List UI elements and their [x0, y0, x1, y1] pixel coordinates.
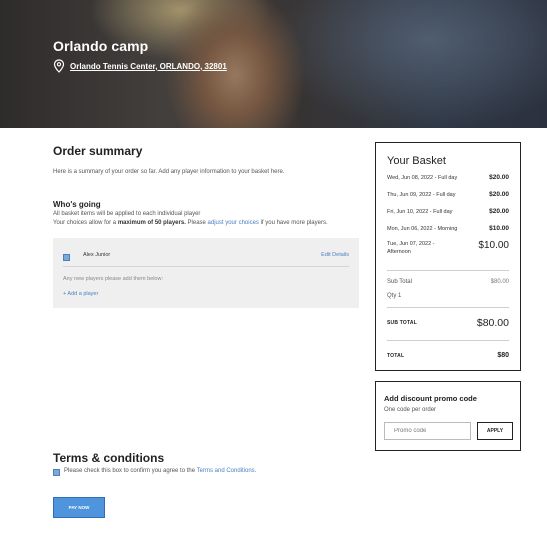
sub-total-summary-row: SUB TOTAL $80.00	[387, 317, 509, 329]
terms-text-prefix: Please check this box to confirm you agr…	[64, 468, 197, 474]
player-limit-info: Your choices allow for a maximum of 50 p…	[53, 220, 328, 226]
basket-item-price: $20.00	[489, 174, 509, 181]
basket-item: Mon, Jun 06, 2022 - Morning $10.00	[387, 225, 509, 233]
promo-title: Add discount promo code	[384, 394, 477, 403]
basket-item-label-line2: Afternoon	[387, 249, 411, 255]
terms-link[interactable]: Terms and Conditions.	[197, 468, 257, 474]
sub-total-value: $80.00	[490, 279, 509, 285]
new-players-hint: Any new players please add them below:	[63, 276, 163, 282]
basket-item-price: $10.00	[489, 225, 509, 232]
player-limit-max: maximum of 50 players.	[117, 220, 186, 226]
players-panel: Alex Junior Edit Details Any new players…	[53, 238, 359, 308]
basket-item-label-line1: Tue, Jun 07, 2022 -	[387, 241, 435, 247]
add-player-link[interactable]: + Add a player	[63, 291, 98, 297]
player-limit-prefix: Your choices allow for a	[53, 220, 118, 226]
player-name: Alex Junior	[83, 252, 111, 258]
basket-item: Fri, Jun 10, 2022 - Full day $20.00	[387, 208, 509, 216]
basket-item-price: $10.00	[478, 240, 509, 251]
divider	[387, 307, 509, 308]
basket-item-price: $20.00	[489, 208, 509, 215]
basket-title: Your Basket	[387, 155, 446, 167]
total-row: TOTAL $80	[387, 352, 509, 359]
sub-total-caps-value: $80.00	[476, 317, 509, 329]
whos-going-info: All basket items will be applied to each…	[53, 211, 201, 217]
basket-panel: Your Basket Wed, Jun 08, 2022 - Full day…	[375, 142, 521, 371]
basket-item-label: Fri, Jun 10, 2022 - Full day	[387, 209, 453, 215]
basket-item-label: Tue, Jun 07, 2022 - Afternoon	[387, 240, 435, 256]
total-value: $80	[497, 352, 509, 359]
camp-location: Orlando Tennis Center, ORLANDO, 32801	[53, 59, 227, 73]
hero-banner: Orlando camp Orlando Tennis Center, ORLA…	[0, 0, 547, 128]
camp-address-link[interactable]: Orlando Tennis Center, ORLANDO, 32801	[70, 62, 227, 71]
basket-item: Tue, Jun 07, 2022 - Afternoon $10.00	[387, 240, 509, 256]
qty-label: Qty 1	[387, 293, 402, 299]
location-pin-icon	[53, 59, 65, 73]
divider	[387, 270, 509, 271]
pay-now-button[interactable]: PAY NOW	[53, 497, 105, 518]
sub-total-label: Sub Total	[387, 279, 412, 285]
promo-panel: Add discount promo code One code per ord…	[375, 381, 521, 451]
basket-item-price: $20.00	[489, 191, 509, 198]
whos-going-title: Who's going	[53, 200, 101, 209]
order-summary-description: Here is a summary of your order so far. …	[53, 169, 285, 175]
basket-item-label: Mon, Jun 06, 2022 - Morning	[387, 226, 458, 232]
basket-item: Thu, Jun 09, 2022 - Full day $20.00	[387, 191, 509, 199]
terms-text: Please check this box to confirm you agr…	[64, 468, 256, 474]
divider	[387, 340, 509, 341]
promo-subtitle: One code per order	[384, 407, 437, 413]
camp-title: Orlando camp	[53, 38, 149, 54]
edit-details-link[interactable]: Edit Details	[321, 252, 349, 258]
player-checkbox[interactable]	[63, 254, 70, 261]
sub-total-row: Sub Total $80.00	[387, 279, 509, 285]
sub-total-caps-label: SUB TOTAL	[387, 320, 417, 326]
order-summary-title: Order summary	[53, 144, 143, 158]
terms-title: Terms & conditions	[53, 451, 165, 465]
divider	[63, 266, 349, 267]
terms-checkbox[interactable]	[53, 469, 60, 476]
adjust-choices-link[interactable]: adjust your choices	[208, 220, 259, 226]
apply-button[interactable]: APPLY	[477, 422, 513, 440]
player-limit-suffix: if you have more players.	[258, 220, 328, 226]
player-limit-mid: Please	[185, 220, 208, 226]
basket-item: Wed, Jun 08, 2022 - Full day $20.00	[387, 174, 509, 182]
basket-item-label: Thu, Jun 09, 2022 - Full day	[387, 192, 456, 198]
basket-item-label: Wed, Jun 08, 2022 - Full day	[387, 175, 458, 181]
qty-row: Qty 1	[387, 293, 509, 299]
total-label: TOTAL	[387, 352, 405, 359]
promo-code-input[interactable]	[384, 422, 471, 440]
